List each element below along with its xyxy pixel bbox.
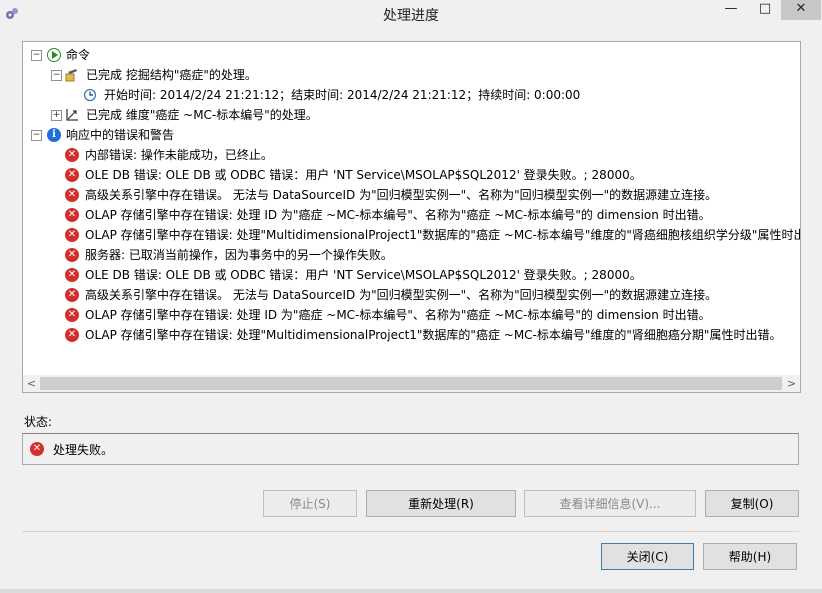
node-label: 响应中的错误和警告 xyxy=(66,128,175,142)
window-bottom-edge xyxy=(0,589,822,593)
expand-toggle[interactable]: + xyxy=(51,110,62,121)
clock-icon xyxy=(83,88,97,102)
title-bar: 处理进度 — □ ✕ xyxy=(0,0,822,30)
error-icon: ✕ xyxy=(65,328,79,342)
error-icon: ✕ xyxy=(65,288,79,302)
node-label: 开始时间: 2014/2/24 21:21:12；结束时间: 2014/2/24… xyxy=(104,88,581,102)
scrollbar-thumb[interactable] xyxy=(40,377,782,390)
info-icon: i xyxy=(47,128,61,142)
node-label: 已完成 挖掘结构"癌症"的处理。 xyxy=(86,68,257,82)
play-icon xyxy=(47,48,61,62)
error-message: 服务器: 已取消当前操作，因为事务中的另一个操作失败。 xyxy=(85,248,393,262)
scroll-left-button[interactable]: < xyxy=(23,375,40,392)
error-message: OLAP 存储引擎中存在错误: 处理 ID 为"癌症 ~MC-标本编号"、名称为… xyxy=(85,308,711,322)
scroll-right-button[interactable]: > xyxy=(783,375,800,392)
status-text: 处理失败。 xyxy=(53,443,114,457)
node-label: 命令 xyxy=(66,48,91,62)
stop-button[interactable]: 停止(S) xyxy=(263,490,357,517)
status-label: 状态: xyxy=(24,415,53,429)
help-button[interactable]: 帮助(H) xyxy=(703,543,797,570)
error-icon: ✕ xyxy=(65,148,79,162)
error-message: 高级关系引擎中存在错误。 无法与 DataSourceID 为"回归模型实例一"… xyxy=(85,288,718,302)
window-title: 处理进度 xyxy=(383,8,439,24)
reprocess-button[interactable]: 重新处理(R) xyxy=(366,490,516,517)
node-label: 已完成 维度"癌症 ~MC-标本编号"的处理。 xyxy=(86,108,318,122)
copy-button[interactable]: 复制(O) xyxy=(705,490,799,517)
maximize-button[interactable]: □ xyxy=(752,0,778,20)
progress-tree[interactable]: − 命令 − 已完成 挖掘结构"癌症"的处理。 开始时间: 2014/2/24 … xyxy=(22,41,801,393)
status-box: ✕ 处理失败。 xyxy=(22,433,799,465)
view-details-button[interactable]: 查看详细信息(V)... xyxy=(524,490,696,517)
error-icon: ✕ xyxy=(65,168,79,182)
error-icon: ✕ xyxy=(30,442,44,456)
error-message: OLAP 存储引擎中存在错误: 处理 ID 为"癌症 ~MC-标本编号"、名称为… xyxy=(85,208,711,222)
error-icon: ✕ xyxy=(65,248,79,262)
error-message: OLE DB 错误: OLE DB 或 ODBC 错误：用户 'NT Servi… xyxy=(85,268,642,282)
error-message: OLAP 存储引擎中存在错误: 处理"MultidimensionalProje… xyxy=(85,328,782,342)
collapse-toggle[interactable]: − xyxy=(31,50,42,61)
error-icon: ✕ xyxy=(65,268,79,282)
error-icon: ✕ xyxy=(65,228,79,242)
separator xyxy=(22,531,799,532)
error-message: OLE DB 错误: OLE DB 或 ODBC 错误：用户 'NT Servi… xyxy=(85,168,642,182)
dimension-icon xyxy=(66,109,78,121)
error-message: OLAP 存储引擎中存在错误: 处理"MultidimensionalProje… xyxy=(85,228,801,242)
horizontal-scrollbar[interactable]: < > xyxy=(23,375,800,392)
collapse-toggle[interactable]: − xyxy=(31,130,42,141)
mining-structure-icon xyxy=(65,69,77,82)
error-message: 高级关系引擎中存在错误。 无法与 DataSourceID 为"回归模型实例一"… xyxy=(85,188,718,202)
close-window-button[interactable]: ✕ xyxy=(781,0,821,20)
error-icon: ✕ xyxy=(65,308,79,322)
error-message: 内部错误: 操作未能成功，已终止。 xyxy=(85,148,273,162)
collapse-toggle[interactable]: − xyxy=(51,70,62,81)
error-icon: ✕ xyxy=(65,188,79,202)
error-icon: ✕ xyxy=(65,208,79,222)
minimize-button[interactable]: — xyxy=(718,0,744,20)
close-button[interactable]: 关闭(C) xyxy=(601,543,694,570)
